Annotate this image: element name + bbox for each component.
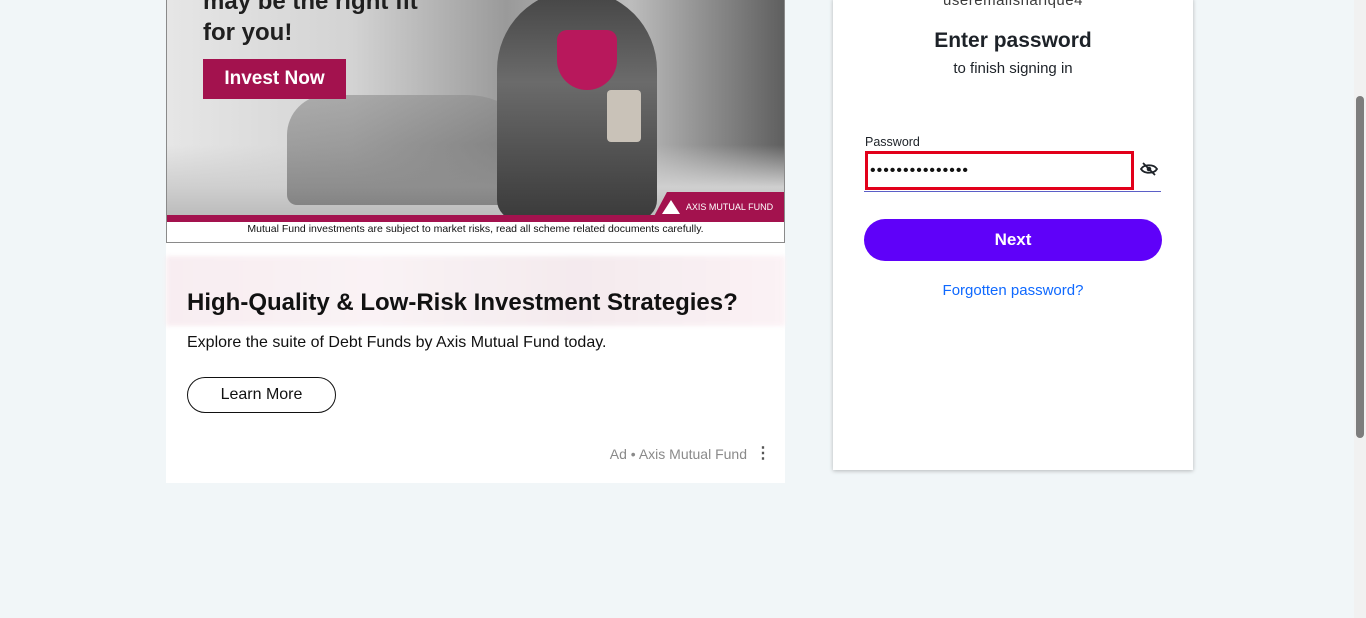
eye-hidden-svg [1140,162,1158,176]
banner-headline-line-2: for you! [203,19,293,46]
scarf-image [557,30,617,90]
login-card: useremailsharique4 Enter password to fin… [833,0,1193,470]
scrollbar-thumb[interactable] [1356,96,1364,438]
ad-footer: Ad • Axis Mutual Fund ⋮ [609,446,771,463]
banner-headline: may be the right fit for you! [203,0,418,48]
banner-headline-line-1: may be the right fit [203,0,418,15]
username: useremailsharique4 [943,0,1083,9]
ad-title[interactable]: High-Quality & Low-Risk Investment Strat… [187,289,738,317]
password-field-wrap [864,151,1161,192]
ad-sponsor: Ad • Axis Mutual Fund [609,446,747,462]
more-vertical-icon[interactable]: ⋮ [755,446,771,462]
page-title: Enter password [934,29,1092,52]
ad-card: may be the right fit for you! Invest Now… [166,0,785,483]
password-input[interactable] [865,151,1134,190]
coffee-cup-image [607,90,641,142]
ad-disclaimer: Mutual Fund investments are subject to m… [247,223,704,235]
ad-description: Explore the suite of Debt Funds by Axis … [187,334,607,351]
brand-name: AXIS MUTUAL FUND [685,202,774,212]
forgot-password-link[interactable]: Forgotten password? [833,282,1193,299]
axis-logo-icon [661,200,680,214]
eye-hidden-icon[interactable] [1137,157,1161,181]
next-button[interactable]: Next [864,219,1162,261]
ad-photo: may be the right fit for you! Invest Now [167,0,784,215]
password-label: Password [865,135,920,149]
page-subtitle: to finish signing in [953,60,1073,77]
ad-banner[interactable]: may be the right fit for you! Invest Now… [166,0,785,243]
invest-now-button[interactable]: Invest Now [203,59,346,99]
brand-tag: AXIS MUTUAL FUND [651,192,784,222]
scrollbar[interactable] [1354,0,1366,618]
learn-more-button[interactable]: Learn More [187,377,336,413]
